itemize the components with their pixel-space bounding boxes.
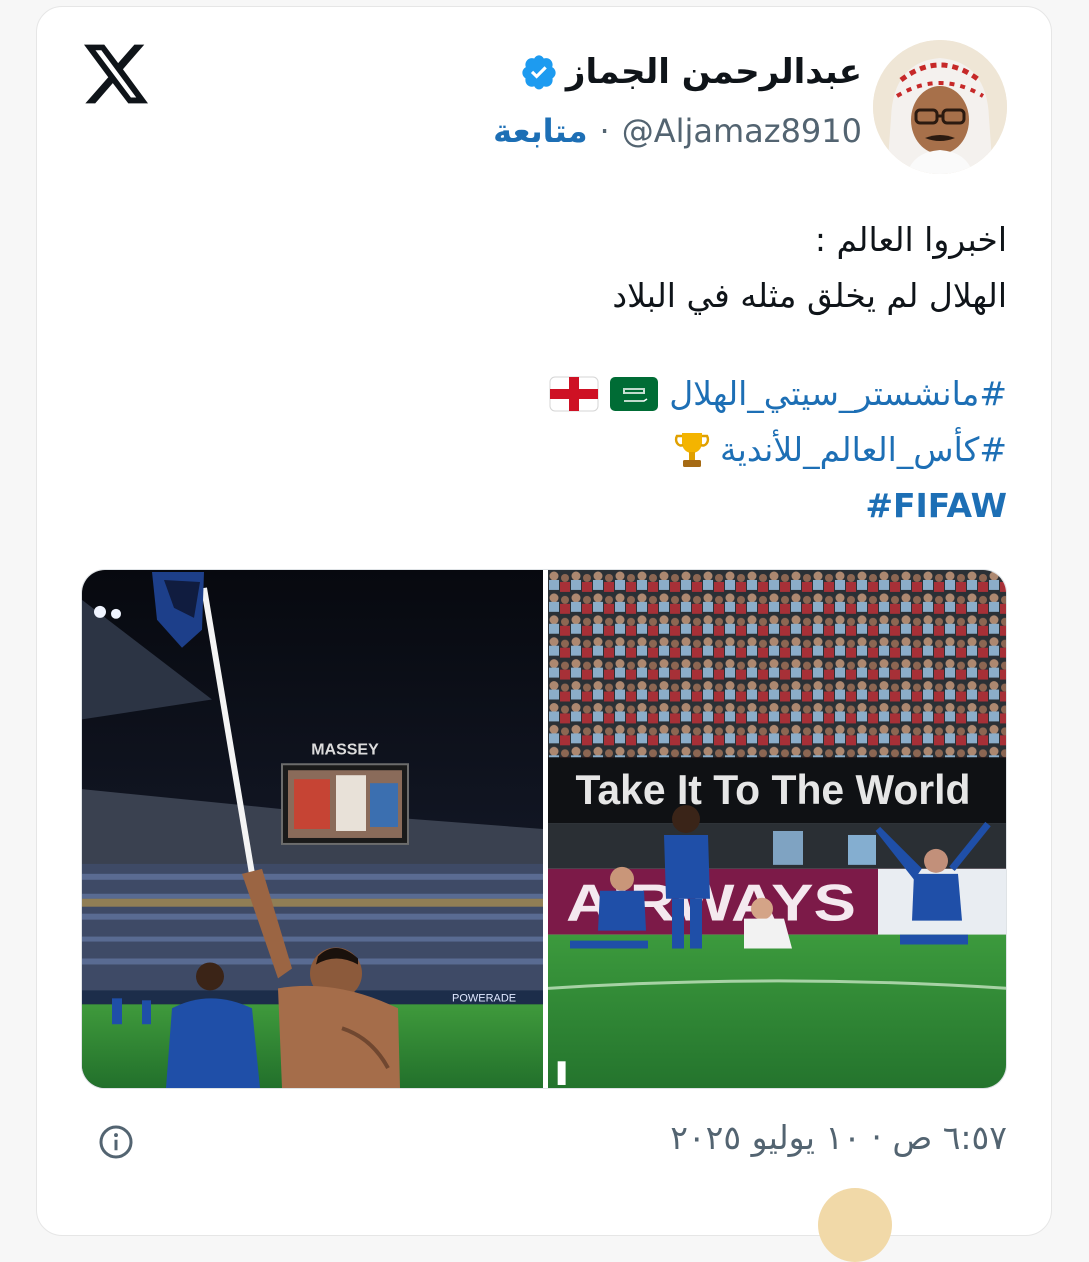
tweet-body: اخبروا العالم : الهلال لم يخلق مثله في ا…: [549, 212, 1007, 534]
banner-text: Take It To The World: [576, 766, 971, 813]
x-logo-icon[interactable]: [84, 44, 148, 104]
reply-avatar: [818, 1188, 892, 1262]
author-display-name[interactable]: عبدالرحمن الجماز: [566, 52, 862, 92]
scoreboard-text: MASSEY: [311, 741, 379, 758]
hashtag-3[interactable]: #FIFAW: [549, 478, 1007, 534]
hashtag-2[interactable]: #كأس_العالم_للأندية: [549, 422, 1007, 478]
hashtag-1[interactable]: #مانشستر_سيتي_الهلال: [549, 366, 1007, 422]
author-handle[interactable]: @Aljamaz8910: [622, 112, 862, 150]
trophy-icon: [674, 433, 710, 467]
info-icon[interactable]: [98, 1124, 134, 1160]
dot-separator: ·: [599, 112, 610, 150]
photo-player-celebration[interactable]: MASSEY POWERADE: [82, 570, 543, 1088]
tweet-media[interactable]: MASSEY POWERADE Take It To The World AIR…: [81, 569, 1007, 1089]
hashtag-2-text[interactable]: #كأس_العالم_للأندية: [720, 422, 1007, 478]
follow-button[interactable]: متابعة: [493, 112, 587, 150]
author-name-row[interactable]: عبدالرحمن الجماز: [520, 52, 862, 92]
author-avatar[interactable]: [873, 40, 1007, 174]
tweet-line-1: اخبروا العالم :: [814, 220, 1007, 259]
ad-board-text: POWERADE: [452, 992, 516, 1004]
photo-players-kneeling[interactable]: Take It To The World AIRWAYS ▌: [548, 570, 1007, 1088]
tweet-line-2: الهلال لم يخلق مثله في البلاد: [612, 276, 1007, 315]
handle-row: @Aljamaz8910 · متابعة: [493, 112, 862, 150]
saudi-flag-icon: [610, 377, 659, 411]
hashtag-3-text[interactable]: #FIFAW: [865, 478, 1007, 534]
svg-text:▌: ▌: [557, 1061, 573, 1085]
england-flag-icon: [549, 376, 599, 412]
verified-badge-icon: [522, 55, 556, 90]
tweet-timestamp[interactable]: ٦:٥٧ ص · ١٠ يوليو ٢٠٢٥: [670, 1118, 1007, 1157]
hashtag-1-text[interactable]: #مانشستر_سيتي_الهلال: [669, 366, 1007, 422]
